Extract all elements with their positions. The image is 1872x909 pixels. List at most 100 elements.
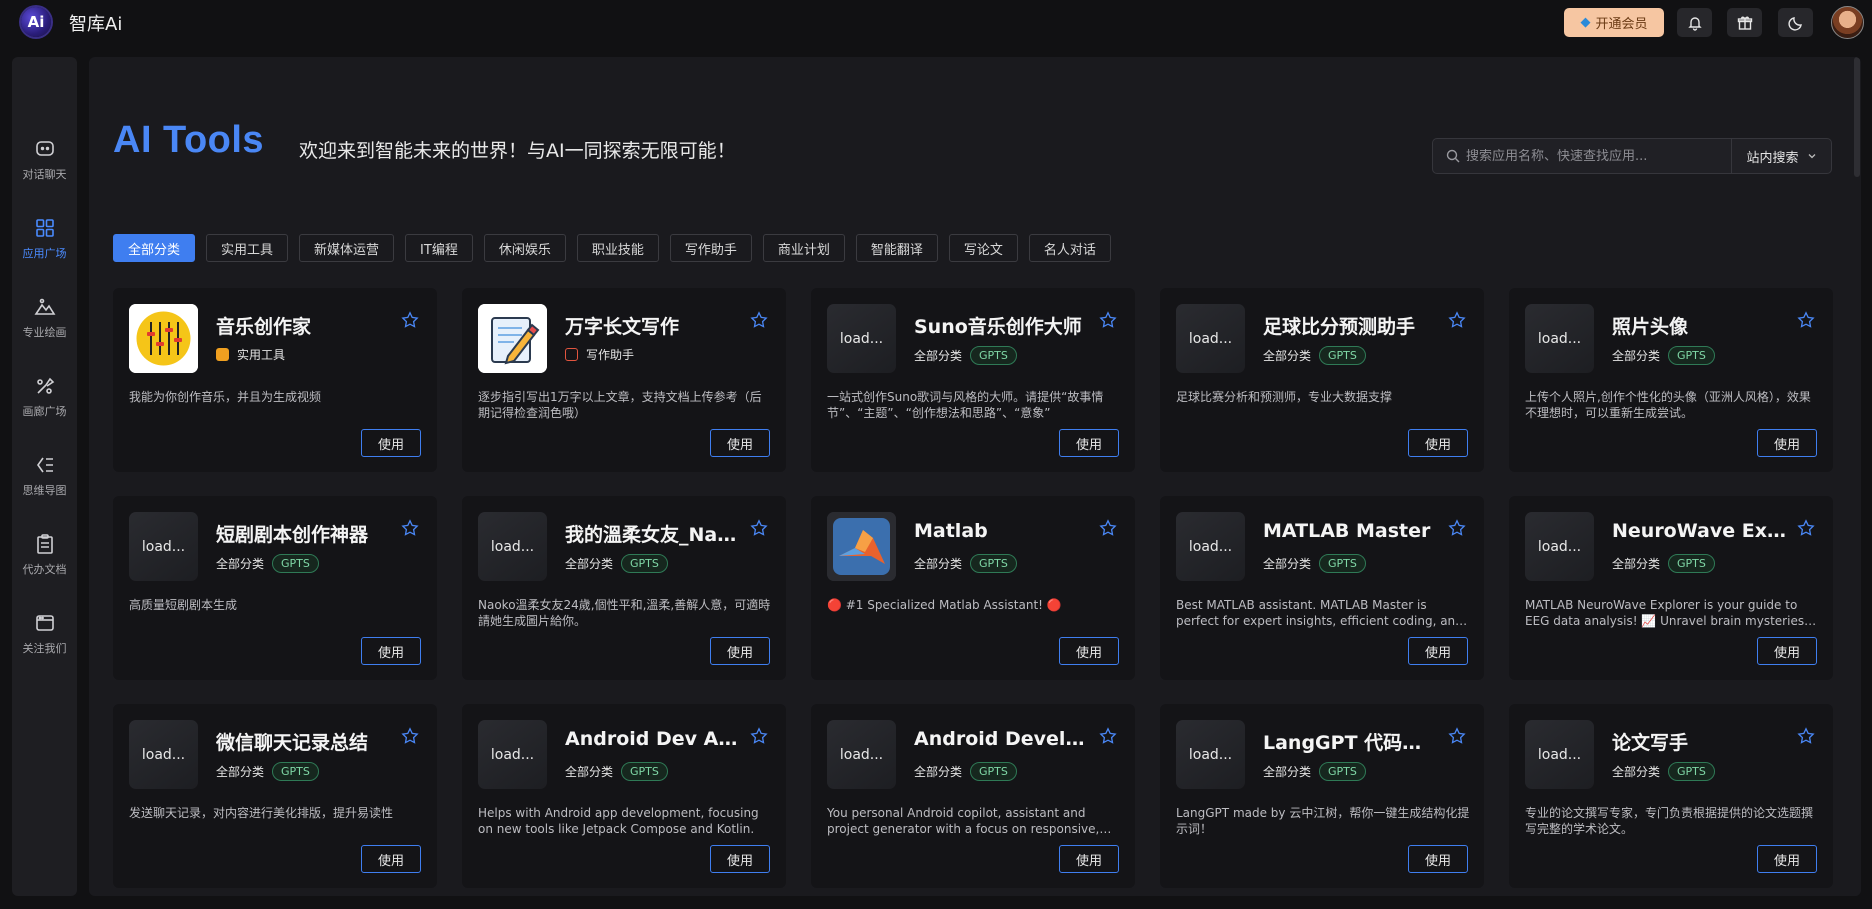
sidebar-item-follow-us[interactable]: 关注我们: [12, 588, 77, 658]
app-name: 短剧剧本创作神器: [216, 524, 369, 546]
favorite-star-icon[interactable]: [1099, 519, 1117, 537]
app-card[interactable]: load... 短剧剧本创作神器 全部分类 GPTS 高质量短剧剧本生成 使用: [113, 496, 437, 680]
favorite-star-icon[interactable]: [750, 727, 768, 745]
use-button[interactable]: 使用: [710, 637, 770, 665]
app-card[interactable]: load... Android Dev Assist 全部分类 GPTS Helps w…: [462, 704, 786, 888]
pencil-paper-icon: [478, 304, 547, 373]
vip-button[interactable]: ◆ 开通会员: [1564, 8, 1664, 37]
app-description: 足球比赛分析和预测师，专业大数据支撑: [1176, 390, 1393, 404]
app-card[interactable]: load... 照片头像 全部分类 GPTS 上传个人照片,创作个性化的头像（亚洲人风格…: [1509, 288, 1833, 472]
app-logo[interactable]: Ai: [21, 7, 51, 37]
sidebar-item-painting[interactable]: 专业绘画: [12, 272, 77, 342]
placeholder-icon: load...: [1525, 304, 1594, 373]
use-button[interactable]: 使用: [361, 429, 421, 457]
app-meta: 全部分类 GPTS: [914, 762, 1017, 781]
use-button[interactable]: 使用: [361, 845, 421, 873]
search-scope-dropdown[interactable]: 站内搜索: [1731, 139, 1831, 173]
app-card[interactable]: 万字长文写作 写作助手 逐步指引写出1万字以上文章，支持文档上传参考（后期记得检查润…: [462, 288, 786, 472]
favorite-star-icon[interactable]: [750, 519, 768, 537]
category-tab[interactable]: 休闲娱乐: [483, 234, 566, 262]
favorite-star-icon[interactable]: [1448, 727, 1466, 745]
sidebar-item-gallery[interactable]: 画廊广场: [12, 351, 77, 421]
favorite-star-icon[interactable]: [401, 727, 419, 745]
favorite-star-icon[interactable]: [401, 519, 419, 537]
app-card[interactable]: load... 足球比分预测助手 全部分类 GPTS 足球比赛分析和预测师，专业大数据支…: [1160, 288, 1484, 472]
sidebar-item-mindmap[interactable]: 思维导图: [12, 430, 77, 500]
scrollbar-thumb[interactable]: [1854, 57, 1860, 177]
favorite-star-icon[interactable]: [401, 311, 419, 329]
favorite-star-icon[interactable]: [1797, 519, 1815, 537]
theme-toggle-button[interactable]: [1778, 8, 1813, 37]
app-meta: 全部分类 GPTS: [565, 762, 668, 781]
gpts-badge: GPTS: [970, 346, 1017, 365]
favorite-star-icon[interactable]: [1448, 519, 1466, 537]
use-button[interactable]: 使用: [1059, 845, 1119, 873]
favorite-star-icon[interactable]: [1448, 311, 1466, 329]
favorite-star-icon[interactable]: [750, 311, 768, 329]
use-button[interactable]: 使用: [1757, 845, 1817, 873]
use-button[interactable]: 使用: [1059, 429, 1119, 457]
category-tabs: 全部分类 实用工具 新媒体运营 IT编程 休闲娱乐 职业技能 写作助手 商业计划…: [113, 234, 1111, 262]
app-name: 微信聊天记录总结: [216, 732, 369, 754]
category-tab[interactable]: IT编程: [405, 234, 473, 262]
app-card[interactable]: Matlab 全部分类 GPTS 🔴 #1 Specialized Matlab As…: [811, 496, 1135, 680]
use-button[interactable]: 使用: [1408, 845, 1468, 873]
browser-icon: [35, 615, 54, 631]
use-button[interactable]: 使用: [1757, 429, 1817, 457]
app-description: You personal Android copilot, assistant …: [827, 806, 1100, 836]
use-button[interactable]: 使用: [1408, 429, 1468, 457]
app-card[interactable]: load... 微信聊天记录总结 全部分类 GPTS 发送聊天记录，对内容进行美化排版，…: [113, 704, 437, 888]
sidebar-item-docs[interactable]: 代办文档: [12, 509, 77, 579]
placeholder-icon: load...: [478, 720, 547, 789]
sidebar-item-app-plaza[interactable]: 应用广场: [12, 193, 77, 263]
search-input[interactable]: [1466, 148, 1736, 164]
sidebar-item-label: 思维导图: [22, 484, 67, 497]
app-card[interactable]: load... LangGPT 代码诗人 全部分类 GPTS LangGPT made …: [1160, 704, 1484, 888]
use-button[interactable]: 使用: [1059, 637, 1119, 665]
category-tab[interactable]: 新媒体运营: [299, 234, 395, 262]
placeholder-icon: load...: [1525, 512, 1594, 581]
app-meta: 全部分类 GPTS: [1263, 554, 1366, 573]
gpts-badge: GPTS: [1668, 554, 1715, 573]
app-category: 全部分类: [914, 557, 963, 571]
app-meta: 全部分类 GPTS: [1263, 346, 1366, 365]
app-card[interactable]: 音乐创作家 实用工具 我能为你创作音乐，并且为生成视频 使用: [113, 288, 437, 472]
scrollbar[interactable]: [1853, 57, 1861, 896]
category-tab[interactable]: 智能翻译: [855, 234, 938, 262]
favorite-star-icon[interactable]: [1797, 727, 1815, 745]
app-category: 全部分类: [914, 349, 963, 363]
notification-button[interactable]: [1677, 8, 1712, 37]
category-tab[interactable]: 实用工具: [206, 234, 289, 262]
use-button[interactable]: 使用: [710, 845, 770, 873]
category-tab[interactable]: 职业技能: [576, 234, 659, 262]
use-button[interactable]: 使用: [1757, 637, 1817, 665]
app-card[interactable]: load... 论文写手 全部分类 GPTS 专业的论文撰写专家，专门负责根据提供的论文…: [1509, 704, 1833, 888]
category-tab[interactable]: 写作助手: [669, 234, 752, 262]
favorite-star-icon[interactable]: [1099, 727, 1117, 745]
mountain-icon: [34, 298, 55, 315]
app-category: 全部分类: [1612, 349, 1661, 363]
gpts-badge: GPTS: [1319, 346, 1366, 365]
category-tab[interactable]: 全部分类: [113, 234, 196, 262]
category-tab[interactable]: 商业计划: [762, 234, 845, 262]
app-description: LangGPT made by 云中江树，帮你一键生成结构化提示词！: [1176, 806, 1470, 836]
favorite-star-icon[interactable]: [1099, 311, 1117, 329]
app-card[interactable]: load... 我的溫柔女友_Naoko 全部分类 GPTS Naoko溫柔女友24歲,…: [462, 496, 786, 680]
placeholder-text: load...: [490, 746, 535, 763]
app-category: 全部分类: [914, 765, 963, 779]
gift-button[interactable]: [1727, 8, 1762, 37]
gpts-badge: GPTS: [970, 762, 1017, 781]
app-card[interactable]: load... NeuroWave Explorer 全部分类 GPTS MATLAB …: [1509, 496, 1833, 680]
user-avatar[interactable]: [1831, 6, 1864, 39]
favorite-star-icon[interactable]: [1797, 311, 1815, 329]
sidebar-item-label: 关注我们: [22, 642, 67, 655]
app-card[interactable]: load... MATLAB Master 全部分类 GPTS Best MATLAB …: [1160, 496, 1484, 680]
use-button[interactable]: 使用: [1408, 637, 1468, 665]
app-card[interactable]: load... Suno音乐创作大师 全部分类 GPTS 一站式创作Suno歌词与风格的…: [811, 288, 1135, 472]
use-button[interactable]: 使用: [361, 637, 421, 665]
sidebar-item-chat[interactable]: 对话聊天: [12, 114, 77, 184]
use-button[interactable]: 使用: [710, 429, 770, 457]
category-tab[interactable]: 写论文: [948, 234, 1018, 262]
app-card[interactable]: load... Android Developer 全部分类 GPTS You pers…: [811, 704, 1135, 888]
category-tab[interactable]: 名人对话: [1028, 234, 1111, 262]
